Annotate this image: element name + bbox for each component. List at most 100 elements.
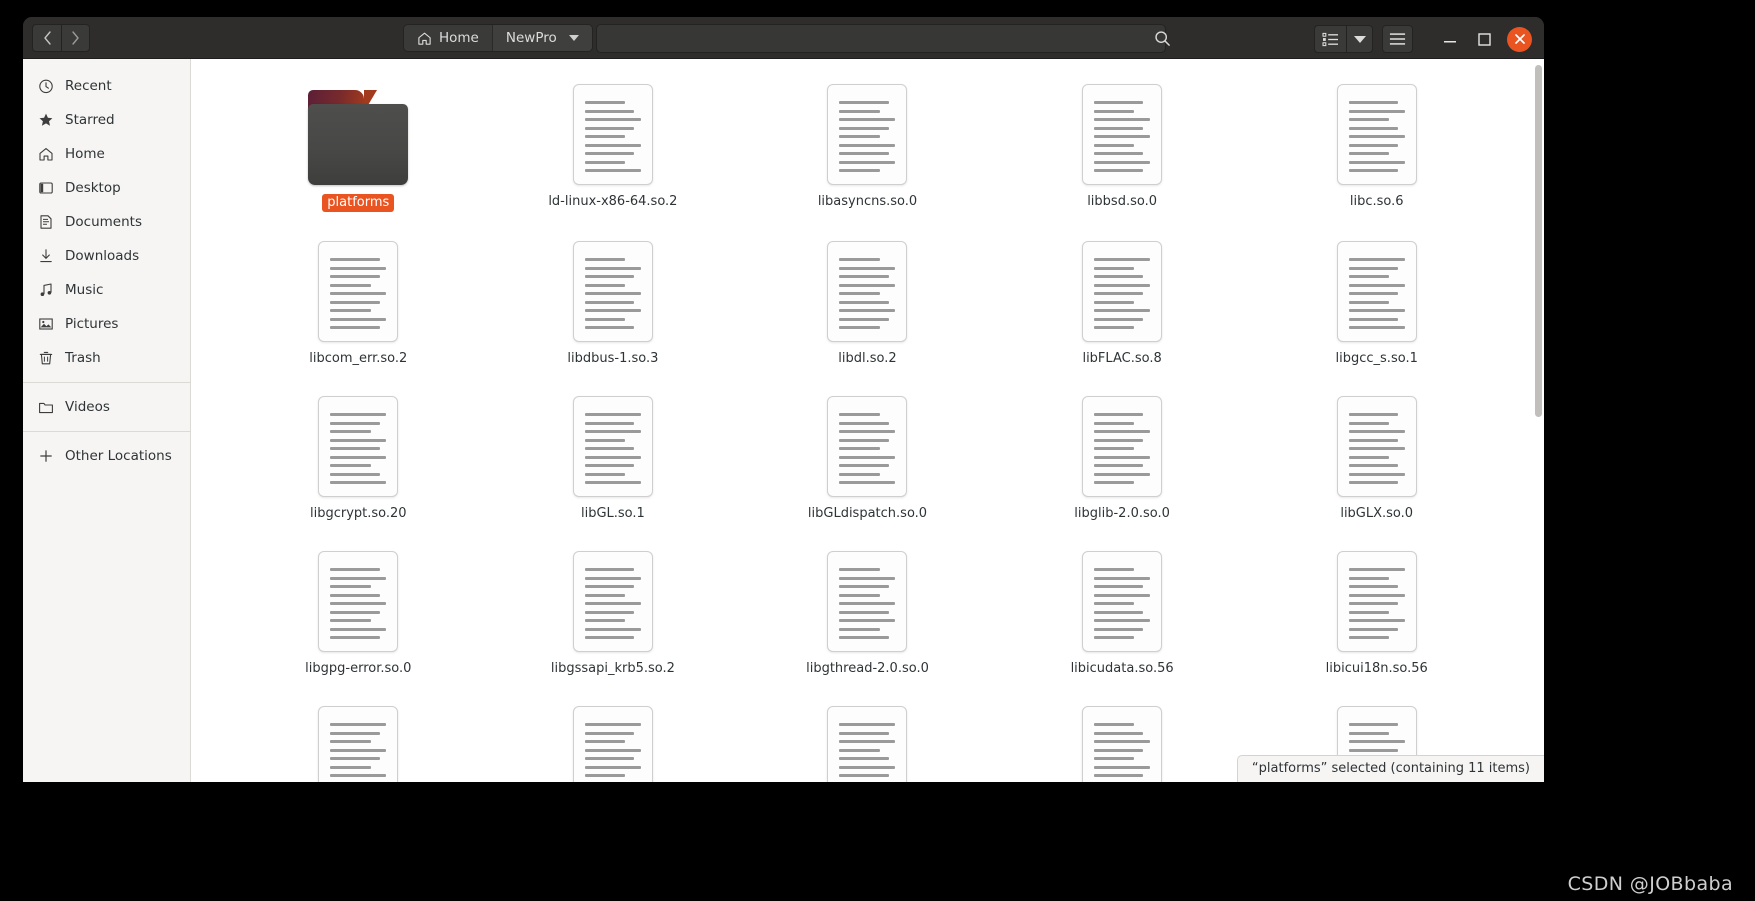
sidebar-item-home[interactable]: Home bbox=[23, 137, 190, 171]
item-label: libGLdispatch.so.0 bbox=[807, 506, 928, 521]
file-thumbnail bbox=[1082, 234, 1163, 342]
document-icon bbox=[1082, 241, 1163, 342]
file-item[interactable]: libicui18n.so.56 bbox=[1249, 544, 1504, 677]
item-label: libasyncns.so.0 bbox=[817, 194, 918, 209]
file-thumbnail bbox=[572, 699, 653, 782]
vertical-scrollbar[interactable] bbox=[1535, 65, 1542, 701]
sidebar-item-other-locations[interactable]: Other Locations bbox=[23, 439, 190, 473]
file-thumbnail bbox=[1082, 77, 1163, 185]
document-icon bbox=[318, 396, 399, 497]
download-icon bbox=[37, 248, 54, 265]
file-item[interactable]: libGL.so.1 bbox=[486, 389, 741, 522]
breadcrumb-item-home[interactable]: Home bbox=[404, 25, 493, 51]
file-item[interactable]: libicudata.so.56 bbox=[995, 544, 1250, 677]
search-button[interactable] bbox=[1148, 24, 1177, 53]
document-icon bbox=[1336, 551, 1417, 652]
file-item[interactable] bbox=[486, 699, 741, 782]
file-item[interactable]: libGLdispatch.so.0 bbox=[740, 389, 995, 522]
file-item[interactable]: libgcc_s.so.1 bbox=[1249, 234, 1504, 367]
file-item[interactable]: libbsd.so.0 bbox=[995, 77, 1250, 212]
sidebar-label-music: Music bbox=[65, 282, 104, 298]
item-label: libglib-2.0.so.0 bbox=[1074, 506, 1170, 521]
folder-item[interactable]: platforms bbox=[231, 77, 486, 212]
hamburger-menu-icon bbox=[1389, 33, 1406, 45]
maximize-icon bbox=[1477, 32, 1491, 46]
file-item[interactable]: libdl.so.2 bbox=[740, 234, 995, 367]
sidebar-item-starred[interactable]: Starred bbox=[23, 103, 190, 137]
file-item[interactable]: libGLX.so.0 bbox=[1249, 389, 1504, 522]
sidebar-label-other-locations: Other Locations bbox=[65, 448, 172, 464]
item-label: libGLX.so.0 bbox=[1340, 506, 1414, 521]
breadcrumb-item-newpro[interactable]: NewPro bbox=[492, 25, 592, 51]
document-icon bbox=[572, 84, 653, 185]
sidebar-label-documents: Documents bbox=[65, 214, 142, 230]
desktop-icon bbox=[37, 180, 54, 197]
sidebar-item-trash[interactable]: Trash bbox=[23, 341, 190, 375]
file-view[interactable]: platforms ld-linux-x86-64.so.2 libasyncns.… bbox=[191, 59, 1544, 782]
sidebar-label-pictures: Pictures bbox=[65, 316, 119, 332]
chevron-right-icon bbox=[72, 30, 79, 45]
view-options-dropdown[interactable] bbox=[1346, 25, 1373, 53]
main-menu-button[interactable] bbox=[1382, 25, 1413, 53]
file-item[interactable]: libc.so.6 bbox=[1249, 77, 1504, 212]
file-item[interactable]: libgssapi_krb5.so.2 bbox=[486, 544, 741, 677]
file-item[interactable] bbox=[231, 699, 486, 782]
file-item[interactable] bbox=[740, 699, 995, 782]
file-item[interactable]: libglib-2.0.so.0 bbox=[995, 389, 1250, 522]
status-text: “platforms” selected (containing 11 item… bbox=[1251, 761, 1530, 776]
scrollbar-thumb[interactable] bbox=[1535, 65, 1542, 417]
home-icon bbox=[37, 146, 54, 163]
document-icon bbox=[318, 241, 399, 342]
list-view-button[interactable] bbox=[1314, 25, 1346, 53]
item-label: libcom_err.so.2 bbox=[309, 351, 408, 366]
document-icon bbox=[827, 241, 908, 342]
navigation-buttons bbox=[32, 23, 90, 52]
file-thumbnail bbox=[1082, 389, 1163, 497]
sidebar-separator-1 bbox=[23, 382, 190, 383]
document-icon bbox=[827, 84, 908, 185]
file-thumbnail bbox=[827, 389, 908, 497]
file-item[interactable]: libgthread-2.0.so.0 bbox=[740, 544, 995, 677]
file-thumbnail bbox=[1082, 544, 1163, 652]
sidebar-item-pictures[interactable]: Pictures bbox=[23, 307, 190, 341]
sidebar-item-videos[interactable]: Videos bbox=[23, 390, 190, 424]
file-item[interactable]: libgpg-error.so.0 bbox=[231, 544, 486, 677]
item-label: ld-linux-x86-64.so.2 bbox=[548, 194, 678, 209]
file-item[interactable]: libasyncns.so.0 bbox=[740, 77, 995, 212]
file-item[interactable]: libcom_err.so.2 bbox=[231, 234, 486, 367]
file-item[interactable] bbox=[995, 699, 1250, 782]
sidebar-label-desktop: Desktop bbox=[65, 180, 121, 196]
sidebar-item-documents[interactable]: Documents bbox=[23, 205, 190, 239]
back-button[interactable] bbox=[32, 23, 61, 52]
location-entry[interactable] bbox=[596, 24, 1166, 53]
file-item[interactable]: libgcrypt.so.20 bbox=[231, 389, 486, 522]
sidebar-item-music[interactable]: Music bbox=[23, 273, 190, 307]
document-icon bbox=[1336, 84, 1417, 185]
file-item[interactable]: ld-linux-x86-64.so.2 bbox=[486, 77, 741, 212]
file-thumbnail bbox=[1336, 389, 1417, 497]
sidebar-item-recent[interactable]: Recent bbox=[23, 69, 190, 103]
plus-icon bbox=[37, 448, 54, 465]
file-thumbnail bbox=[827, 77, 908, 185]
close-button[interactable] bbox=[1507, 26, 1532, 52]
file-item[interactable]: libdbus-1.so.3 bbox=[486, 234, 741, 367]
minimize-button[interactable] bbox=[1433, 24, 1467, 54]
folder-icon bbox=[308, 90, 409, 185]
sidebar-item-downloads[interactable]: Downloads bbox=[23, 239, 190, 273]
document-icon bbox=[1082, 706, 1163, 782]
status-overlay: “platforms” selected (containing 11 item… bbox=[1236, 755, 1544, 782]
maximize-button[interactable] bbox=[1467, 24, 1501, 54]
icon-grid: platforms ld-linux-x86-64.so.2 libasyncns.… bbox=[191, 59, 1544, 782]
file-thumbnail bbox=[827, 234, 908, 342]
file-thumbnail bbox=[1336, 77, 1417, 185]
sidebar-item-desktop[interactable]: Desktop bbox=[23, 171, 190, 205]
music-note-icon bbox=[37, 282, 54, 299]
item-label: libdbus-1.so.3 bbox=[567, 351, 659, 366]
header-bar: Home NewPro bbox=[23, 17, 1544, 59]
file-thumbnail bbox=[827, 544, 908, 652]
file-item[interactable]: libFLAC.so.8 bbox=[995, 234, 1250, 367]
star-icon bbox=[37, 112, 54, 129]
forward-button[interactable] bbox=[61, 23, 90, 52]
file-thumbnail bbox=[318, 389, 399, 497]
document-icon bbox=[572, 706, 653, 782]
